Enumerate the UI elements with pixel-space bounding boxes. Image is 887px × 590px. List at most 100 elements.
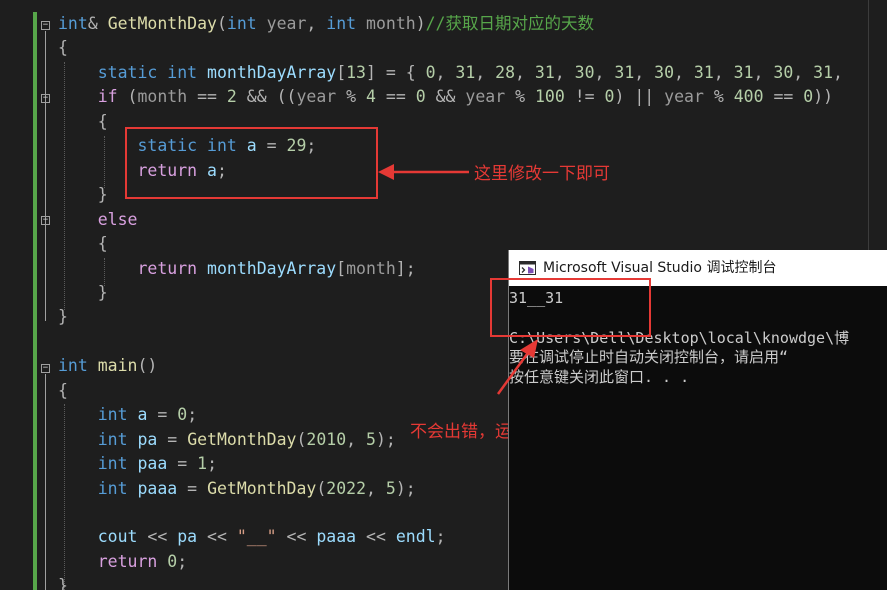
code-token: 0 <box>425 62 436 82</box>
code-line[interactable]: int& GetMonthDay(int year, int month)//获… <box>58 12 594 36</box>
code-token: 28 <box>495 62 516 82</box>
code-token: 2 <box>226 87 237 107</box>
code-line[interactable]: cout << pa << "__" << paaa << endl; <box>58 525 446 549</box>
code-token: , <box>475 62 496 82</box>
code-token: % <box>505 87 535 107</box>
code-line[interactable]: { <box>58 36 68 60</box>
code-token: = <box>177 478 208 498</box>
code-line[interactable]: int paa = 1; <box>58 452 217 476</box>
code-token: 100 <box>534 87 565 107</box>
annotation-modify-here: 这里修改一下即可 <box>474 164 610 184</box>
code-token: && <box>425 87 466 107</box>
code-token: 0 <box>415 87 426 107</box>
code-token: << <box>137 527 178 547</box>
code-token: , <box>793 62 814 82</box>
code-token: () <box>137 356 158 376</box>
code-token: int <box>97 478 128 498</box>
code-line[interactable]: else <box>58 208 138 232</box>
code-token: ; <box>187 405 198 425</box>
code-token: ); <box>395 478 416 498</box>
code-token: ]; <box>395 258 416 278</box>
code-token: ; <box>435 527 446 547</box>
fold-toggle-else[interactable]: − <box>41 216 50 225</box>
code-token: int <box>226 14 257 33</box>
code-token: 0 <box>177 405 188 425</box>
code-token: , <box>713 62 734 82</box>
fold-toggle-main[interactable]: − <box>41 364 50 373</box>
code-line[interactable]: int paaa = GetMonthDay(2022, 5); <box>58 477 416 501</box>
code-token: ); <box>375 429 396 449</box>
code-token: ; <box>177 551 188 571</box>
code-token: = <box>157 429 188 449</box>
code-token: != <box>564 87 605 107</box>
code-line[interactable]: { <box>58 232 108 256</box>
code-token: pa <box>177 527 198 547</box>
code-token: 5 <box>385 478 396 498</box>
code-token: 30 <box>574 62 595 82</box>
code-token: << <box>197 527 237 547</box>
code-line[interactable]: int a = 0; <box>58 403 197 427</box>
code-token: ( <box>117 87 138 107</box>
code-line[interactable]: static int monthDayArray[13] = { 0, 31, … <box>58 61 843 85</box>
code-token: == <box>763 87 804 107</box>
code-token: monthDayArray <box>207 62 337 82</box>
code-token: GetMonthDay <box>107 14 217 33</box>
code-token: month <box>137 87 188 107</box>
code-token: [ <box>336 258 347 278</box>
code-line[interactable]: if (month == 2 && ((year % 4 == 0 && yea… <box>58 85 833 109</box>
highlight-box-console-output <box>490 278 651 337</box>
code-token: && (( <box>236 87 297 107</box>
code-token: << <box>276 527 317 547</box>
code-line[interactable]: } <box>58 305 68 329</box>
code-token: )) <box>813 87 834 107</box>
code-token: = <box>167 454 198 474</box>
code-token: int <box>97 429 128 449</box>
code-line[interactable]: } <box>58 183 108 207</box>
editor-edge-line <box>868 0 869 250</box>
code-token: 4 <box>366 87 376 107</box>
code-token: main <box>97 356 138 376</box>
fold-toggle-getmonthday[interactable]: − <box>41 21 50 30</box>
code-token: endl <box>395 527 436 547</box>
code-token: , <box>435 62 456 82</box>
code-token: GetMonthDay <box>207 478 317 498</box>
code-token: << <box>356 527 396 547</box>
code-token: , <box>833 62 843 82</box>
code-line[interactable]: int main() <box>58 354 157 378</box>
code-line[interactable]: int pa = GetMonthDay(2010, 5); <box>58 428 396 452</box>
code-token: [ <box>336 62 347 82</box>
code-token: 31 <box>534 62 555 82</box>
code-line[interactable]: } <box>58 574 68 590</box>
code-token: , <box>366 478 386 498</box>
code-token: { <box>58 38 68 58</box>
code-token: year <box>664 87 704 107</box>
code-token: } <box>58 185 108 205</box>
code-token: 31 <box>693 62 714 82</box>
code-token: "__" <box>236 527 277 547</box>
code-token: paaa <box>137 478 178 498</box>
code-line[interactable]: } <box>58 281 108 305</box>
code-token: 2010 <box>306 429 347 449</box>
code-token: year <box>256 14 307 33</box>
code-token: 0 <box>604 87 615 107</box>
code-token: year <box>296 87 337 107</box>
code-line[interactable]: { <box>58 379 68 403</box>
code-token: return <box>137 258 198 278</box>
code-token: 0 <box>803 87 814 107</box>
code-token: int <box>326 14 357 33</box>
code-token: ) <box>415 14 426 33</box>
code-token: GetMonthDay <box>187 429 297 449</box>
console-app-icon <box>519 261 536 275</box>
code-line[interactable]: return 0; <box>58 550 187 574</box>
fold-toggle-if[interactable]: − <box>41 94 50 103</box>
code-line[interactable]: return monthDayArray[month]; <box>58 257 416 281</box>
code-line[interactable]: { <box>58 110 108 134</box>
